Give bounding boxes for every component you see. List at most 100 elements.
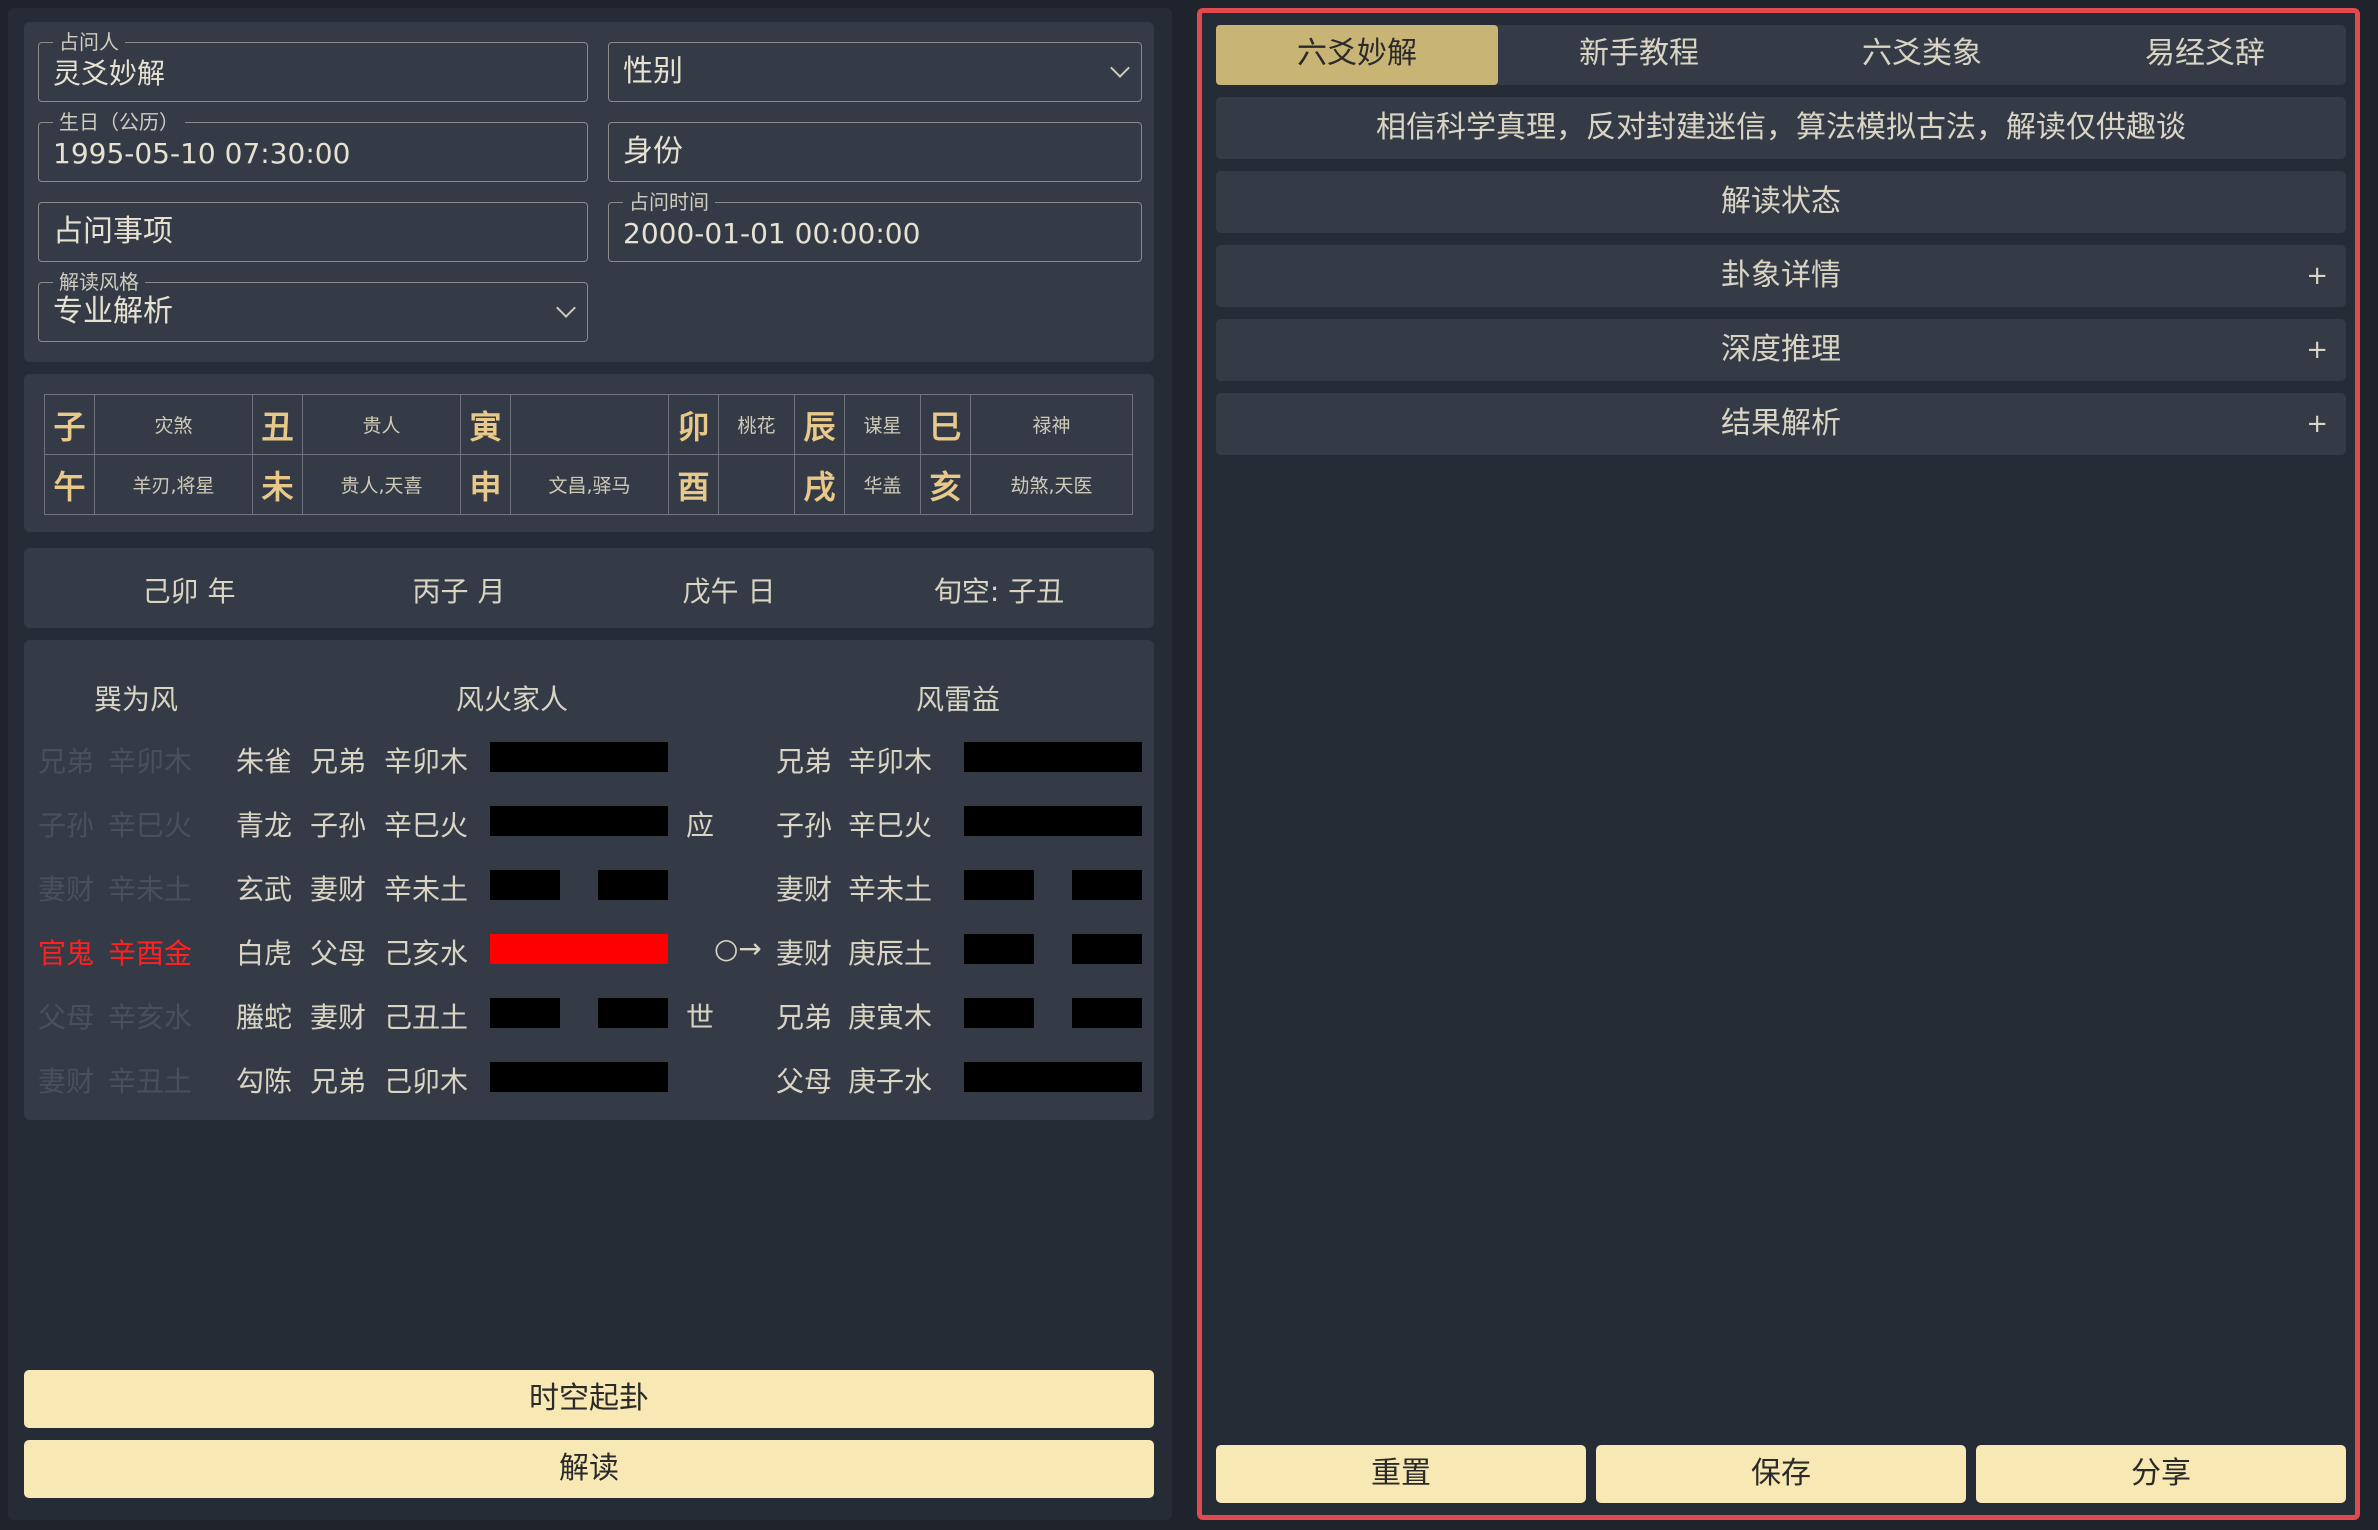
dizhi-cell: 戌 <box>794 454 845 515</box>
bian-relation: 妻财 <box>776 873 833 906</box>
liushen: 勾陈 <box>236 1065 293 1098</box>
fu-ganzhi: 辛亥水 <box>108 1001 193 1034</box>
liushen: 白虎 <box>236 937 293 970</box>
shensha-cell <box>510 394 669 455</box>
shensha-cell <box>718 454 795 515</box>
yang-line <box>964 742 1142 772</box>
bian-ganzhi: 庚寅木 <box>848 1001 933 1034</box>
share-button[interactable]: 分享 <box>1976 1445 2346 1503</box>
shensha-cell: 羊刃,将星 <box>94 454 253 515</box>
jiedu-button[interactable]: 解读 <box>24 1440 1154 1498</box>
yin-line <box>964 998 1034 1028</box>
shensha-cell: 文昌,驿马 <box>510 454 669 515</box>
qigua-button[interactable]: 时空起卦 <box>24 1370 1154 1428</box>
style-select[interactable]: 解读风格 专业解析 <box>38 270 588 342</box>
bian-ganzhi: 庚子水 <box>848 1065 933 1098</box>
dizhi-cell: 酉 <box>668 454 719 515</box>
yin-line <box>598 998 668 1028</box>
year-ganzhi: 己卯 年 <box>142 575 236 608</box>
tab-yaoci[interactable]: 易经爻辞 <box>2064 25 2346 85</box>
relation: 兄弟 <box>310 1065 367 1098</box>
dizhi-cell: 申 <box>460 454 511 515</box>
fu-ganzhi: 辛丑土 <box>108 1065 193 1098</box>
matter-field[interactable]: 占问事项 <box>38 202 588 262</box>
chevron-down-icon <box>1110 58 1130 78</box>
save-button[interactable]: 保存 <box>1596 1445 1966 1503</box>
yao-ganzhi: 辛巳火 <box>384 809 469 842</box>
fu-relation: 妻财 <box>38 1065 95 1098</box>
disclaimer-banner: 相信科学真理，反对封建迷信，算法模拟古法，解读仅供趣谈 <box>1216 97 2346 159</box>
shensha-cell: 桃花 <box>718 394 795 455</box>
time-field[interactable]: 占问时间 2000-01-01 00:00:00 <box>608 190 1142 262</box>
tab-leixiang[interactable]: 六爻类象 <box>1781 25 2063 85</box>
yin-line <box>598 870 668 900</box>
bian-ganzhi: 辛卯木 <box>848 745 933 778</box>
dizhi-cell: 未 <box>252 454 303 515</box>
section-label: 解读状态 <box>1721 184 1841 219</box>
asker-field[interactable]: 占问人 灵爻妙解 <box>38 30 588 102</box>
time-label: 占问时间 <box>623 190 715 214</box>
month-ganzhi: 丙子 月 <box>412 575 506 608</box>
asker-value: 灵爻妙解 <box>53 57 166 90</box>
gender-select[interactable]: 性别 <box>608 42 1142 102</box>
birth-value: 1995-05-10 07:30:00 <box>53 137 351 170</box>
shensha-cell: 贵人,天喜 <box>302 454 461 515</box>
identity-field[interactable]: 身份 <box>608 122 1142 182</box>
shi-ying-mark: ○→ <box>714 932 762 965</box>
section-gua-detail[interactable]: 卦象详情 + <box>1216 245 2346 307</box>
yao-ganzhi: 辛卯木 <box>384 745 469 778</box>
tab-liuyao-miaojie[interactable]: 六爻妙解 <box>1216 25 1498 85</box>
section-label: 深度推理 <box>1721 332 1841 367</box>
hexagram-card: 巽为风 风火家人 风雷益 兄弟 辛卯木 朱雀 兄弟 辛卯木 兄弟 辛卯木 子孙 辛巳火 青龙 子孙辛… <box>24 640 1154 1120</box>
section-label: 结果解析 <box>1721 406 1841 441</box>
shensha-cell: 灾煞 <box>94 394 253 455</box>
left-panel: 占问人 灵爻妙解 性别 生日（公历） 1995-05-10 07:30:00 身… <box>8 8 1172 1520</box>
right-panel: 六爻妙解 新手教程 六爻类象 易经爻辞 相信科学真理，反对封建迷信，算法模拟古法… <box>1197 8 2360 1520</box>
time-value: 2000-01-01 00:00:00 <box>623 217 921 250</box>
yang-line <box>490 1062 668 1092</box>
yao-row: 妻财 辛丑土 勾陈 兄弟 己卯木 父母 庚子水 <box>24 1056 1154 1098</box>
expand-icon[interactable]: + <box>2306 393 2328 455</box>
shensha-row: 子 灾煞 丑 贵人 寅 卯 桃花 辰 谋星 巳 禄神 <box>44 394 1133 455</box>
relation: 妻财 <box>310 873 367 906</box>
yao-row: 官鬼 辛酉金 白虎 父母 己亥水 ○→ 妻财 庚辰土 <box>24 928 1154 970</box>
fu-relation: 子孙 <box>38 809 95 842</box>
bian-ganzhi: 庚辰土 <box>848 937 933 970</box>
bian-ganzhi: 辛未土 <box>848 873 933 906</box>
fu-ganzhi: 辛卯木 <box>108 745 193 778</box>
dizhi-cell: 丑 <box>252 394 303 455</box>
tab-tutorial[interactable]: 新手教程 <box>1498 25 1780 85</box>
dizhi-cell: 亥 <box>920 454 971 515</box>
reset-button[interactable]: 重置 <box>1216 1445 1586 1503</box>
yin-line <box>1072 870 1142 900</box>
bian-relation: 子孙 <box>776 809 833 842</box>
yao-row: 子孙 辛巳火 青龙 子孙 辛巳火应子孙 辛巳火 <box>24 800 1154 842</box>
bian-ganzhi: 辛巳火 <box>848 809 933 842</box>
yao-ganzhi: 己丑土 <box>384 1001 469 1034</box>
dizhi-cell: 卯 <box>668 394 719 455</box>
shensha-cell: 华盖 <box>844 454 921 515</box>
matter-value: 占问事项 <box>53 214 173 249</box>
bian-relation: 妻财 <box>776 937 833 970</box>
section-deep-reasoning[interactable]: 深度推理 + <box>1216 319 2346 381</box>
expand-icon[interactable]: + <box>2306 319 2328 381</box>
fu-gua-title: 巽为风 <box>94 683 179 716</box>
liushen: 螣蛇 <box>236 1001 293 1034</box>
expand-icon[interactable]: + <box>2306 245 2328 307</box>
liushen: 玄武 <box>236 873 293 906</box>
liushen: 青龙 <box>236 809 293 842</box>
gender-value: 性别 <box>623 54 683 89</box>
xunkong: 旬空: 子丑 <box>933 575 1065 608</box>
yang-line <box>964 1062 1142 1092</box>
section-result[interactable]: 结果解析 + <box>1216 393 2346 455</box>
birth-field[interactable]: 生日（公历） 1995-05-10 07:30:00 <box>38 110 588 182</box>
section-status[interactable]: 解读状态 <box>1216 171 2346 233</box>
identity-value: 身份 <box>623 134 683 169</box>
dizhi-cell: 寅 <box>460 394 511 455</box>
yao-row: 兄弟 辛卯木 朱雀 兄弟 辛卯木 兄弟 辛卯木 <box>24 736 1154 778</box>
fu-ganzhi: 辛巳火 <box>108 809 193 842</box>
fu-relation: 妻财 <box>38 873 95 906</box>
fu-ganzhi: 辛未土 <box>108 873 193 906</box>
shi-ying-mark: 应 <box>686 809 715 842</box>
yang-line <box>490 934 668 964</box>
